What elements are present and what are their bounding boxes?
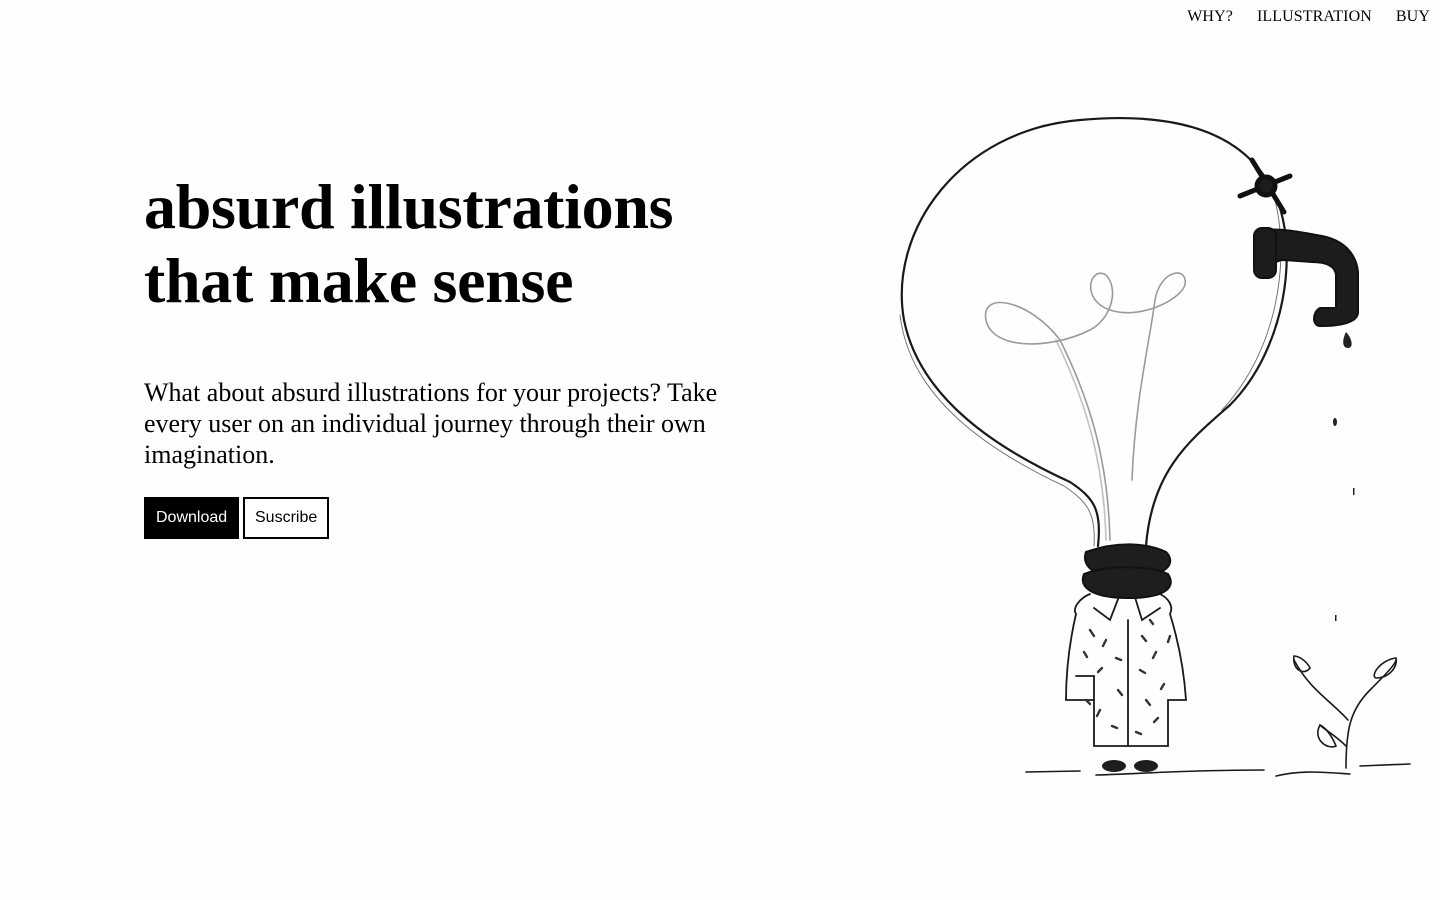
hero-title-line-1: absurd illustrations [144,171,674,242]
subscribe-button[interactable]: Suscribe [243,497,329,539]
sprout [1293,655,1398,769]
nav-illustration[interactable]: ILLUSTRATION [1257,8,1372,26]
hero-title-line-2: that make sense [144,245,574,316]
bulb-outline [899,116,1288,548]
faucet [1253,227,1359,328]
bulb-base [1081,543,1172,600]
lightbulb-illustration-svg [899,116,1411,777]
nav-buy[interactable]: BUY [1396,8,1430,26]
hero-description: What about absurd illustrations for your… [144,378,718,469]
hero-illustration [880,100,1420,790]
faucet-handle [1237,157,1293,215]
person-coat [1065,593,1187,747]
ground [1025,763,1411,777]
download-button[interactable]: Download [144,497,239,539]
person-feet [1102,760,1158,772]
top-navigation: WHY? ILLUSTRATION BUY [1163,8,1430,26]
nav-why[interactable]: WHY? [1187,8,1233,26]
coat-pattern [1082,618,1172,736]
hero-actions: Download Suscribe [144,497,784,539]
hero-section: absurd illustrations that make sense Wha… [144,170,784,539]
hero-title: absurd illustrations that make sense [144,170,784,318]
water-drops [1333,332,1355,621]
